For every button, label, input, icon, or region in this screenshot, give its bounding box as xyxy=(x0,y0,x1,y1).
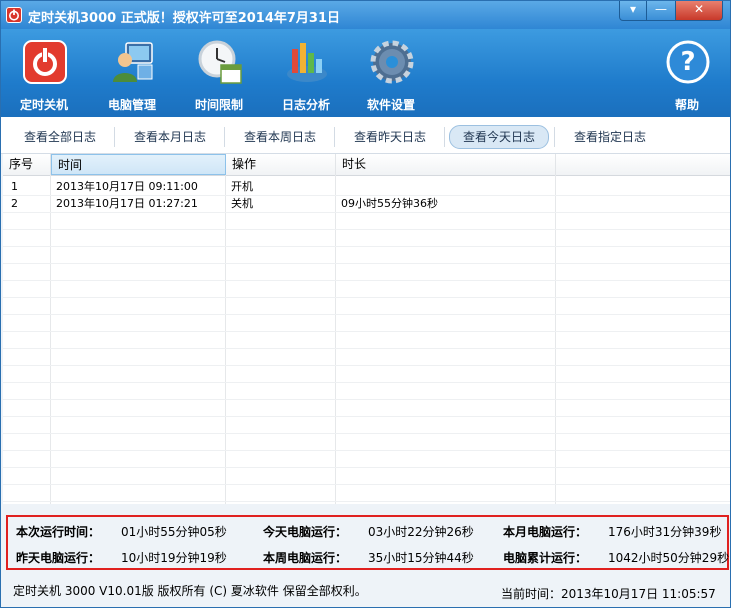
empty-row-line xyxy=(3,229,730,230)
toolbar-computer-manage[interactable]: 电脑管理 xyxy=(92,35,172,115)
toolbar-settings[interactable]: 软件设置 xyxy=(351,35,431,115)
copyright-text: 定时关机 3000 V10.01版 版权所有 (C) 夏冰软件 保留全部权利。 xyxy=(13,584,367,598)
window-title: 定时关机3000 正式版！授权许可至2014年7月31日 xyxy=(28,11,341,26)
empty-row-line xyxy=(3,433,730,434)
toolbar-label: 帮助 xyxy=(674,98,699,112)
empty-row-line xyxy=(3,297,730,298)
computer-user-icon xyxy=(113,42,153,82)
tab-all-logs[interactable]: 查看全部日志 xyxy=(13,126,107,148)
empty-row-line xyxy=(3,382,730,383)
log-table: 序号 时间 操作 时长 1 2013年10月17日 09:11:00 开机 2 … xyxy=(3,154,730,504)
title-bar[interactable]: 定时关机3000 正式版！授权许可至2014年7月31日 ▾ — ✕ xyxy=(1,1,730,29)
app-power-icon xyxy=(6,7,22,23)
empty-row-line xyxy=(3,246,730,247)
log-tabs: 查看全部日志 查看本月日志 查看本周日志 查看昨天日志 查看今天日志 查看指定日… xyxy=(1,117,730,154)
empty-row-line xyxy=(3,331,730,332)
cell-time: 2013年10月17日 09:11:00 xyxy=(56,180,198,193)
minimize-button[interactable]: — xyxy=(646,1,676,21)
close-button[interactable]: ✕ xyxy=(675,1,723,21)
tab-divider xyxy=(554,127,555,147)
stat-label-today: 今天电脑运行： xyxy=(263,525,348,539)
toolbar-label: 电脑管理 xyxy=(107,98,156,112)
cell-no: 2 xyxy=(11,197,18,210)
toolbar-label: 定时关机 xyxy=(19,98,68,112)
chart-icon xyxy=(287,43,327,82)
gear-icon xyxy=(370,40,414,84)
column-header-no[interactable]: 序号 xyxy=(3,154,51,175)
menu-button[interactable]: ▾ xyxy=(619,1,647,21)
toolbar-time-limit[interactable]: 时间限制 xyxy=(179,35,259,115)
tab-divider xyxy=(224,127,225,147)
cell-operation: 开机 xyxy=(231,180,253,193)
toolbar: 定时关机 电脑管理 时间限制 日志分析 软件设置 ? 帮助 xyxy=(1,29,730,117)
column-divider xyxy=(225,175,226,504)
toolbar-help[interactable]: ? 帮助 xyxy=(647,35,727,115)
stat-value-today: 03小时22分钟26秒 xyxy=(368,525,474,539)
column-header-time[interactable]: 时间 xyxy=(51,154,226,175)
table-row[interactable]: 1 2013年10月17日 09:11:00 开机 xyxy=(3,178,730,196)
stat-value-yesterday: 10小时19分钟19秒 xyxy=(121,551,227,565)
column-header-duration[interactable]: 时长 xyxy=(336,154,556,175)
column-header-operation[interactable]: 操作 xyxy=(226,154,336,175)
empty-row-line xyxy=(3,467,730,468)
toolbar-log-analysis[interactable]: 日志分析 xyxy=(266,35,346,115)
tab-today-logs[interactable]: 查看今天日志 xyxy=(449,125,549,149)
column-header-empty xyxy=(556,154,730,175)
cell-operation: 关机 xyxy=(231,197,253,210)
cell-no: 1 xyxy=(11,180,18,193)
power-icon xyxy=(23,40,67,84)
toolbar-label: 时间限制 xyxy=(194,98,243,112)
empty-row-line xyxy=(3,450,730,451)
stat-value-total: 1042小时50分钟29秒 xyxy=(608,551,730,565)
column-divider xyxy=(335,175,336,504)
empty-row-line xyxy=(3,501,730,502)
tab-custom-logs[interactable]: 查看指定日志 xyxy=(563,126,657,148)
stat-label-yesterday: 昨天电脑运行： xyxy=(16,551,101,565)
help-glyph: ? xyxy=(680,47,696,77)
tab-divider xyxy=(114,127,115,147)
stat-value-month: 176小时31分钟39秒 xyxy=(608,525,722,539)
stat-label-this-run: 本次运行时间： xyxy=(16,525,101,539)
current-time: 当前时间：2013年10月17日 11:05:57 xyxy=(501,587,716,601)
empty-row-line xyxy=(3,416,730,417)
cell-time: 2013年10月17日 01:27:21 xyxy=(56,197,198,210)
clock-calendar-icon xyxy=(198,40,242,84)
empty-row-line xyxy=(3,365,730,366)
column-divider xyxy=(555,175,556,504)
tab-divider xyxy=(444,127,445,147)
empty-row-line xyxy=(3,314,730,315)
tab-divider xyxy=(334,127,335,147)
table-row[interactable]: 2 2013年10月17日 01:27:21 关机 09小时55分钟36秒 xyxy=(3,195,730,213)
empty-row-line xyxy=(3,263,730,264)
empty-row-line xyxy=(3,484,730,485)
runtime-stats-panel: 本次运行时间： 01小时55分钟05秒 今天电脑运行： 03小时22分钟26秒 … xyxy=(6,515,729,570)
table-header: 序号 时间 操作 时长 xyxy=(3,154,730,176)
stat-value-this-run: 01小时55分钟05秒 xyxy=(121,525,227,539)
tab-yesterday-logs[interactable]: 查看昨天日志 xyxy=(343,126,437,148)
toolbar-label: 软件设置 xyxy=(366,98,415,112)
tab-week-logs[interactable]: 查看本周日志 xyxy=(233,126,327,148)
toolbar-shutdown[interactable]: 定时关机 xyxy=(4,35,84,115)
stat-value-week: 35小时15分钟44秒 xyxy=(368,551,474,565)
cell-duration: 09小时55分钟36秒 xyxy=(341,197,438,210)
stat-label-total: 电脑累计运行： xyxy=(503,551,588,565)
stat-label-week: 本周电脑运行： xyxy=(263,551,348,565)
empty-row-line xyxy=(3,348,730,349)
column-divider xyxy=(50,175,51,504)
stat-label-month: 本月电脑运行： xyxy=(503,525,588,539)
tab-month-logs[interactable]: 查看本月日志 xyxy=(123,126,217,148)
main-window: 定时关机3000 正式版！授权许可至2014年7月31日 ▾ — ✕ 定时关机 … xyxy=(0,0,731,608)
empty-row-line xyxy=(3,399,730,400)
status-bar: 定时关机 3000 V10.01版 版权所有 (C) 夏冰软件 保留全部权利。 … xyxy=(1,574,730,607)
empty-row-line xyxy=(3,280,730,281)
toolbar-label: 日志分析 xyxy=(281,98,330,112)
